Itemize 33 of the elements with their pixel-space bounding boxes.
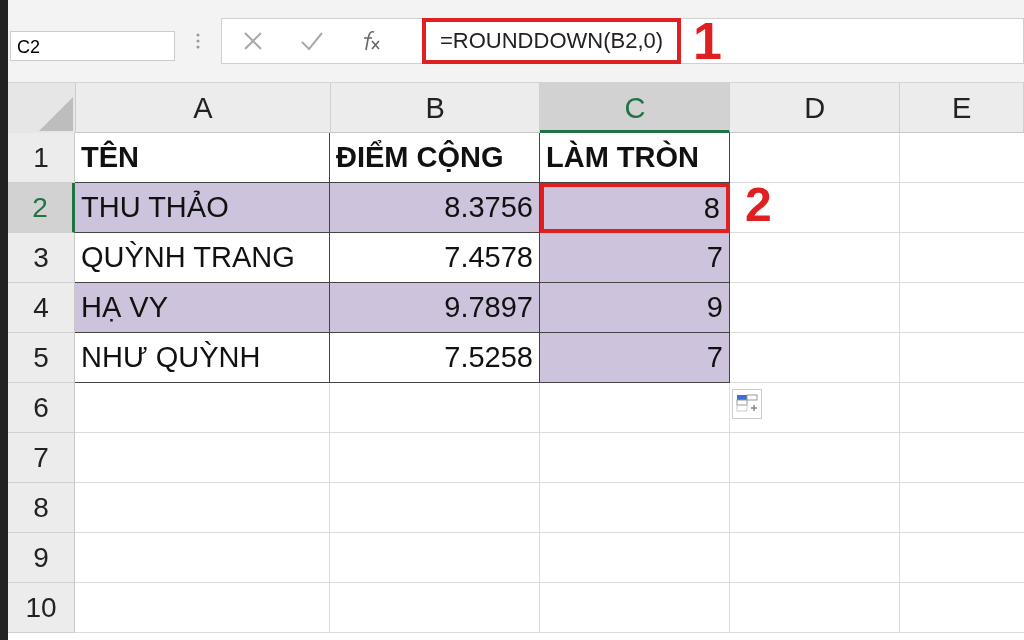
table-cell: 8 xyxy=(540,183,730,233)
table-cell: NHƯ QUỲNH xyxy=(75,333,330,383)
table-cell: 7 xyxy=(540,333,730,383)
column-header[interactable]: C xyxy=(540,83,731,133)
table-cell: HẠ VY xyxy=(75,283,330,333)
callout-number: 1 xyxy=(693,11,722,71)
table-cell: THU THẢO xyxy=(75,183,330,233)
row-header[interactable]: 9 xyxy=(8,533,75,583)
row-header[interactable]: 2 xyxy=(8,183,75,233)
row-header[interactable]: 3 xyxy=(8,233,75,283)
row-header[interactable]: 8 xyxy=(8,483,75,533)
row-header[interactable]: 4 xyxy=(8,283,75,333)
row-header[interactable]: 10 xyxy=(8,583,75,633)
select-all-corner[interactable] xyxy=(8,83,76,133)
table-cell: 9.7897 xyxy=(330,283,540,333)
row-header[interactable]: 5 xyxy=(8,333,75,383)
column-header[interactable]: A xyxy=(75,83,331,133)
cancel-icon[interactable] xyxy=(242,30,264,52)
row-header[interactable]: 6 xyxy=(8,383,75,433)
column-header[interactable]: D xyxy=(730,83,901,133)
row-header[interactable]: 1 xyxy=(8,133,75,183)
table-cell: 8.3756 xyxy=(330,183,540,233)
table-cell: 7 xyxy=(540,233,730,283)
check-icon[interactable] xyxy=(300,30,324,52)
column-header[interactable]: B xyxy=(330,83,541,133)
quick-analysis-icon[interactable] xyxy=(732,389,762,419)
row-header[interactable]: 7 xyxy=(8,433,75,483)
formula-field[interactable]: =ROUNDDOWN(B2,0) xyxy=(422,18,682,64)
drag-handle-icon[interactable] xyxy=(195,32,201,50)
name-box[interactable]: C2 xyxy=(10,31,175,61)
column-header[interactable]: E xyxy=(900,83,1024,133)
callout-number: 2 xyxy=(745,177,772,232)
table-cell: 9 xyxy=(540,283,730,333)
